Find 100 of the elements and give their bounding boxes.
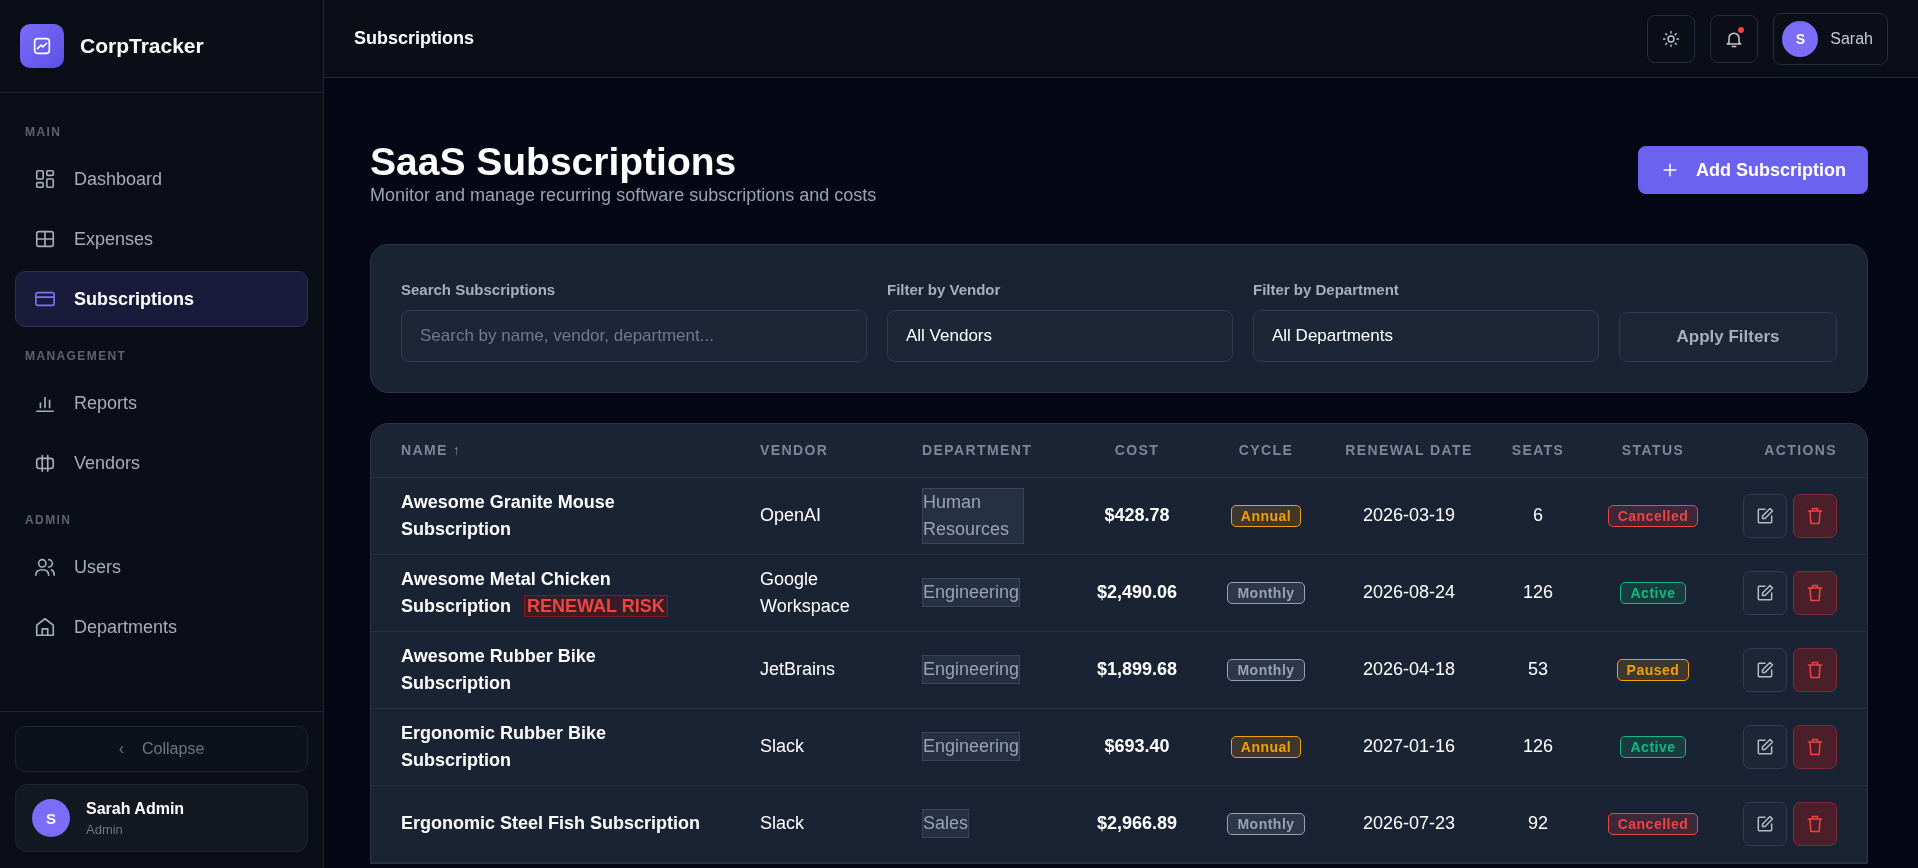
column-header: ACTIONS <box>1763 442 1838 459</box>
column-header: RENEWAL DATE <box>1344 442 1474 459</box>
nav-item[interactable]: Users <box>15 539 308 595</box>
table-cell-text: 126 <box>1521 582 1554 604</box>
delete-button[interactable] <box>1793 801 1837 846</box>
nav-item[interactable]: Vendors <box>15 435 308 491</box>
edit-button[interactable] <box>1743 570 1787 615</box>
subscription-name: Ergonomic Rubber Bike Subscription <box>401 721 608 772</box>
column-header: COST <box>1113 442 1161 459</box>
edit-button[interactable] <box>1743 724 1787 769</box>
nav-item[interactable]: Dashboard <box>15 151 308 207</box>
column-header: STATUS <box>1620 442 1686 459</box>
field-label: Filter by Department <box>1253 280 1400 298</box>
cycle-badge: Monthly <box>1227 658 1305 681</box>
edit-button[interactable] <box>1743 801 1787 846</box>
cycle-badge: Monthly <box>1227 581 1305 604</box>
subscription-name: Awesome Rubber Bike Subscription <box>401 644 597 695</box>
page-subtitle: Monitor and manage recurring software subscriptions and costs <box>370 184 877 206</box>
pencil-square-icon <box>1755 582 1775 603</box>
table-cell-text: $2,966.89 <box>1095 813 1179 835</box>
table-cell-text: 126 <box>1521 736 1554 758</box>
table-cell-text: 2026-07-23 <box>1361 813 1457 835</box>
table-cell-text: 2026-03-19 <box>1361 505 1457 527</box>
nav-item[interactable]: Reports <box>15 375 308 431</box>
table-cell-text: JetBrains <box>760 658 837 682</box>
user-avatar: S <box>32 799 70 837</box>
department-tag: Engineering <box>922 655 1021 685</box>
table-cell-text: 53 <box>1527 659 1549 681</box>
subscription-name: Awesome Granite Mouse Subscription <box>401 490 616 541</box>
user-name: Sarah Admin <box>86 799 185 818</box>
status-badge: Paused <box>1616 658 1690 681</box>
table-cell-text: $693.40 <box>1103 736 1171 758</box>
page-header-title: Subscriptions <box>354 28 475 49</box>
pencil-square-icon <box>1755 813 1775 834</box>
delete-button[interactable] <box>1793 570 1837 615</box>
nav-section-heading: ADMIN <box>24 512 73 529</box>
delete-button[interactable] <box>1793 724 1837 769</box>
table-cell-text: 2027-01-16 <box>1361 736 1457 758</box>
pencil-square-icon <box>1755 505 1775 526</box>
table-cell-text: 6 <box>1532 505 1544 527</box>
grid-icon <box>34 168 56 190</box>
department-tag: Human Resources <box>922 487 1024 544</box>
users-icon <box>34 556 56 578</box>
table-cell-text: Slack <box>760 812 805 836</box>
user-menu-button[interactable]: S Sarah <box>1773 12 1888 65</box>
column-header: SEATS <box>1510 442 1566 459</box>
column-header: VENDOR <box>760 442 830 459</box>
trash-icon <box>1805 813 1825 834</box>
user-role: Admin <box>86 821 124 837</box>
department-tag: Sales <box>922 809 970 839</box>
cycle-badge: Annual <box>1230 504 1302 527</box>
table-cell-text: 92 <box>1527 813 1549 835</box>
apply-filters-button[interactable]: Apply Filters <box>1619 311 1837 362</box>
department-tag: Engineering <box>922 732 1021 762</box>
table-cell-text: $1,899.68 <box>1095 659 1179 681</box>
vendor-select[interactable]: All Vendors <box>887 309 1233 362</box>
theme-toggle-button[interactable] <box>1647 14 1696 63</box>
table-cell-text: Slack <box>760 735 805 759</box>
user-avatar: S <box>1782 20 1819 57</box>
collapse-button[interactable]: ‹ Collapse <box>15 726 308 772</box>
cycle-badge: Annual <box>1230 735 1302 758</box>
status-badge: Cancelled <box>1607 812 1699 835</box>
trash-icon <box>1805 659 1825 680</box>
notifications-button[interactable] <box>1710 14 1759 63</box>
department-tag: Engineering <box>922 578 1021 608</box>
edit-button[interactable] <box>1743 493 1787 538</box>
table-icon <box>34 228 56 250</box>
table-cell-text: Google Workspace <box>760 567 851 618</box>
trash-icon <box>1805 736 1825 757</box>
nav-section-heading: MANAGEMENT <box>24 348 128 365</box>
status-badge: Active <box>1620 735 1686 758</box>
edit-button[interactable] <box>1743 647 1787 692</box>
table-cell-text: 2026-04-18 <box>1361 659 1457 681</box>
nav-item[interactable]: Expenses <box>15 211 308 267</box>
trash-icon <box>1805 582 1825 603</box>
delete-button[interactable] <box>1793 493 1837 538</box>
nav-item[interactable]: Subscriptions <box>15 271 308 327</box>
column-header: DEPARTMENT <box>922 442 1034 459</box>
table-cell-text: $2,490.06 <box>1095 582 1179 604</box>
pencil-square-icon <box>1755 659 1775 680</box>
table-cell-text: OpenAI <box>760 504 823 528</box>
subscription-name: Awesome Metal Chicken Subscription RENEWAL RISK <box>401 565 760 620</box>
add-subscription-button[interactable]: Add Subscription <box>1638 146 1868 194</box>
renewal-risk-tag: RENEWAL RISK <box>524 594 668 617</box>
table-cell-text: 2026-08-24 <box>1361 582 1457 604</box>
nav-item[interactable]: Departments <box>15 599 308 655</box>
cycle-badge: Monthly <box>1227 812 1305 835</box>
status-badge: Cancelled <box>1607 504 1699 527</box>
status-badge: Active <box>1620 581 1686 604</box>
trash-icon <box>1805 505 1825 526</box>
search-field[interactable]: Search by name, vendor, department... <box>401 309 867 362</box>
sun-icon <box>1662 29 1681 48</box>
field-label: Search Subscriptions <box>401 280 557 298</box>
app-name: CorpTracker <box>80 34 204 58</box>
department-select[interactable]: All Departments <box>1253 309 1599 362</box>
column-header: CYCLE <box>1237 442 1295 459</box>
delete-button[interactable] <box>1793 647 1837 692</box>
column-header[interactable]: NAME ↑ <box>401 442 760 459</box>
table-cell-text: $428.78 <box>1103 505 1171 527</box>
user-card[interactable]: S Sarah Admin Admin <box>15 784 308 852</box>
